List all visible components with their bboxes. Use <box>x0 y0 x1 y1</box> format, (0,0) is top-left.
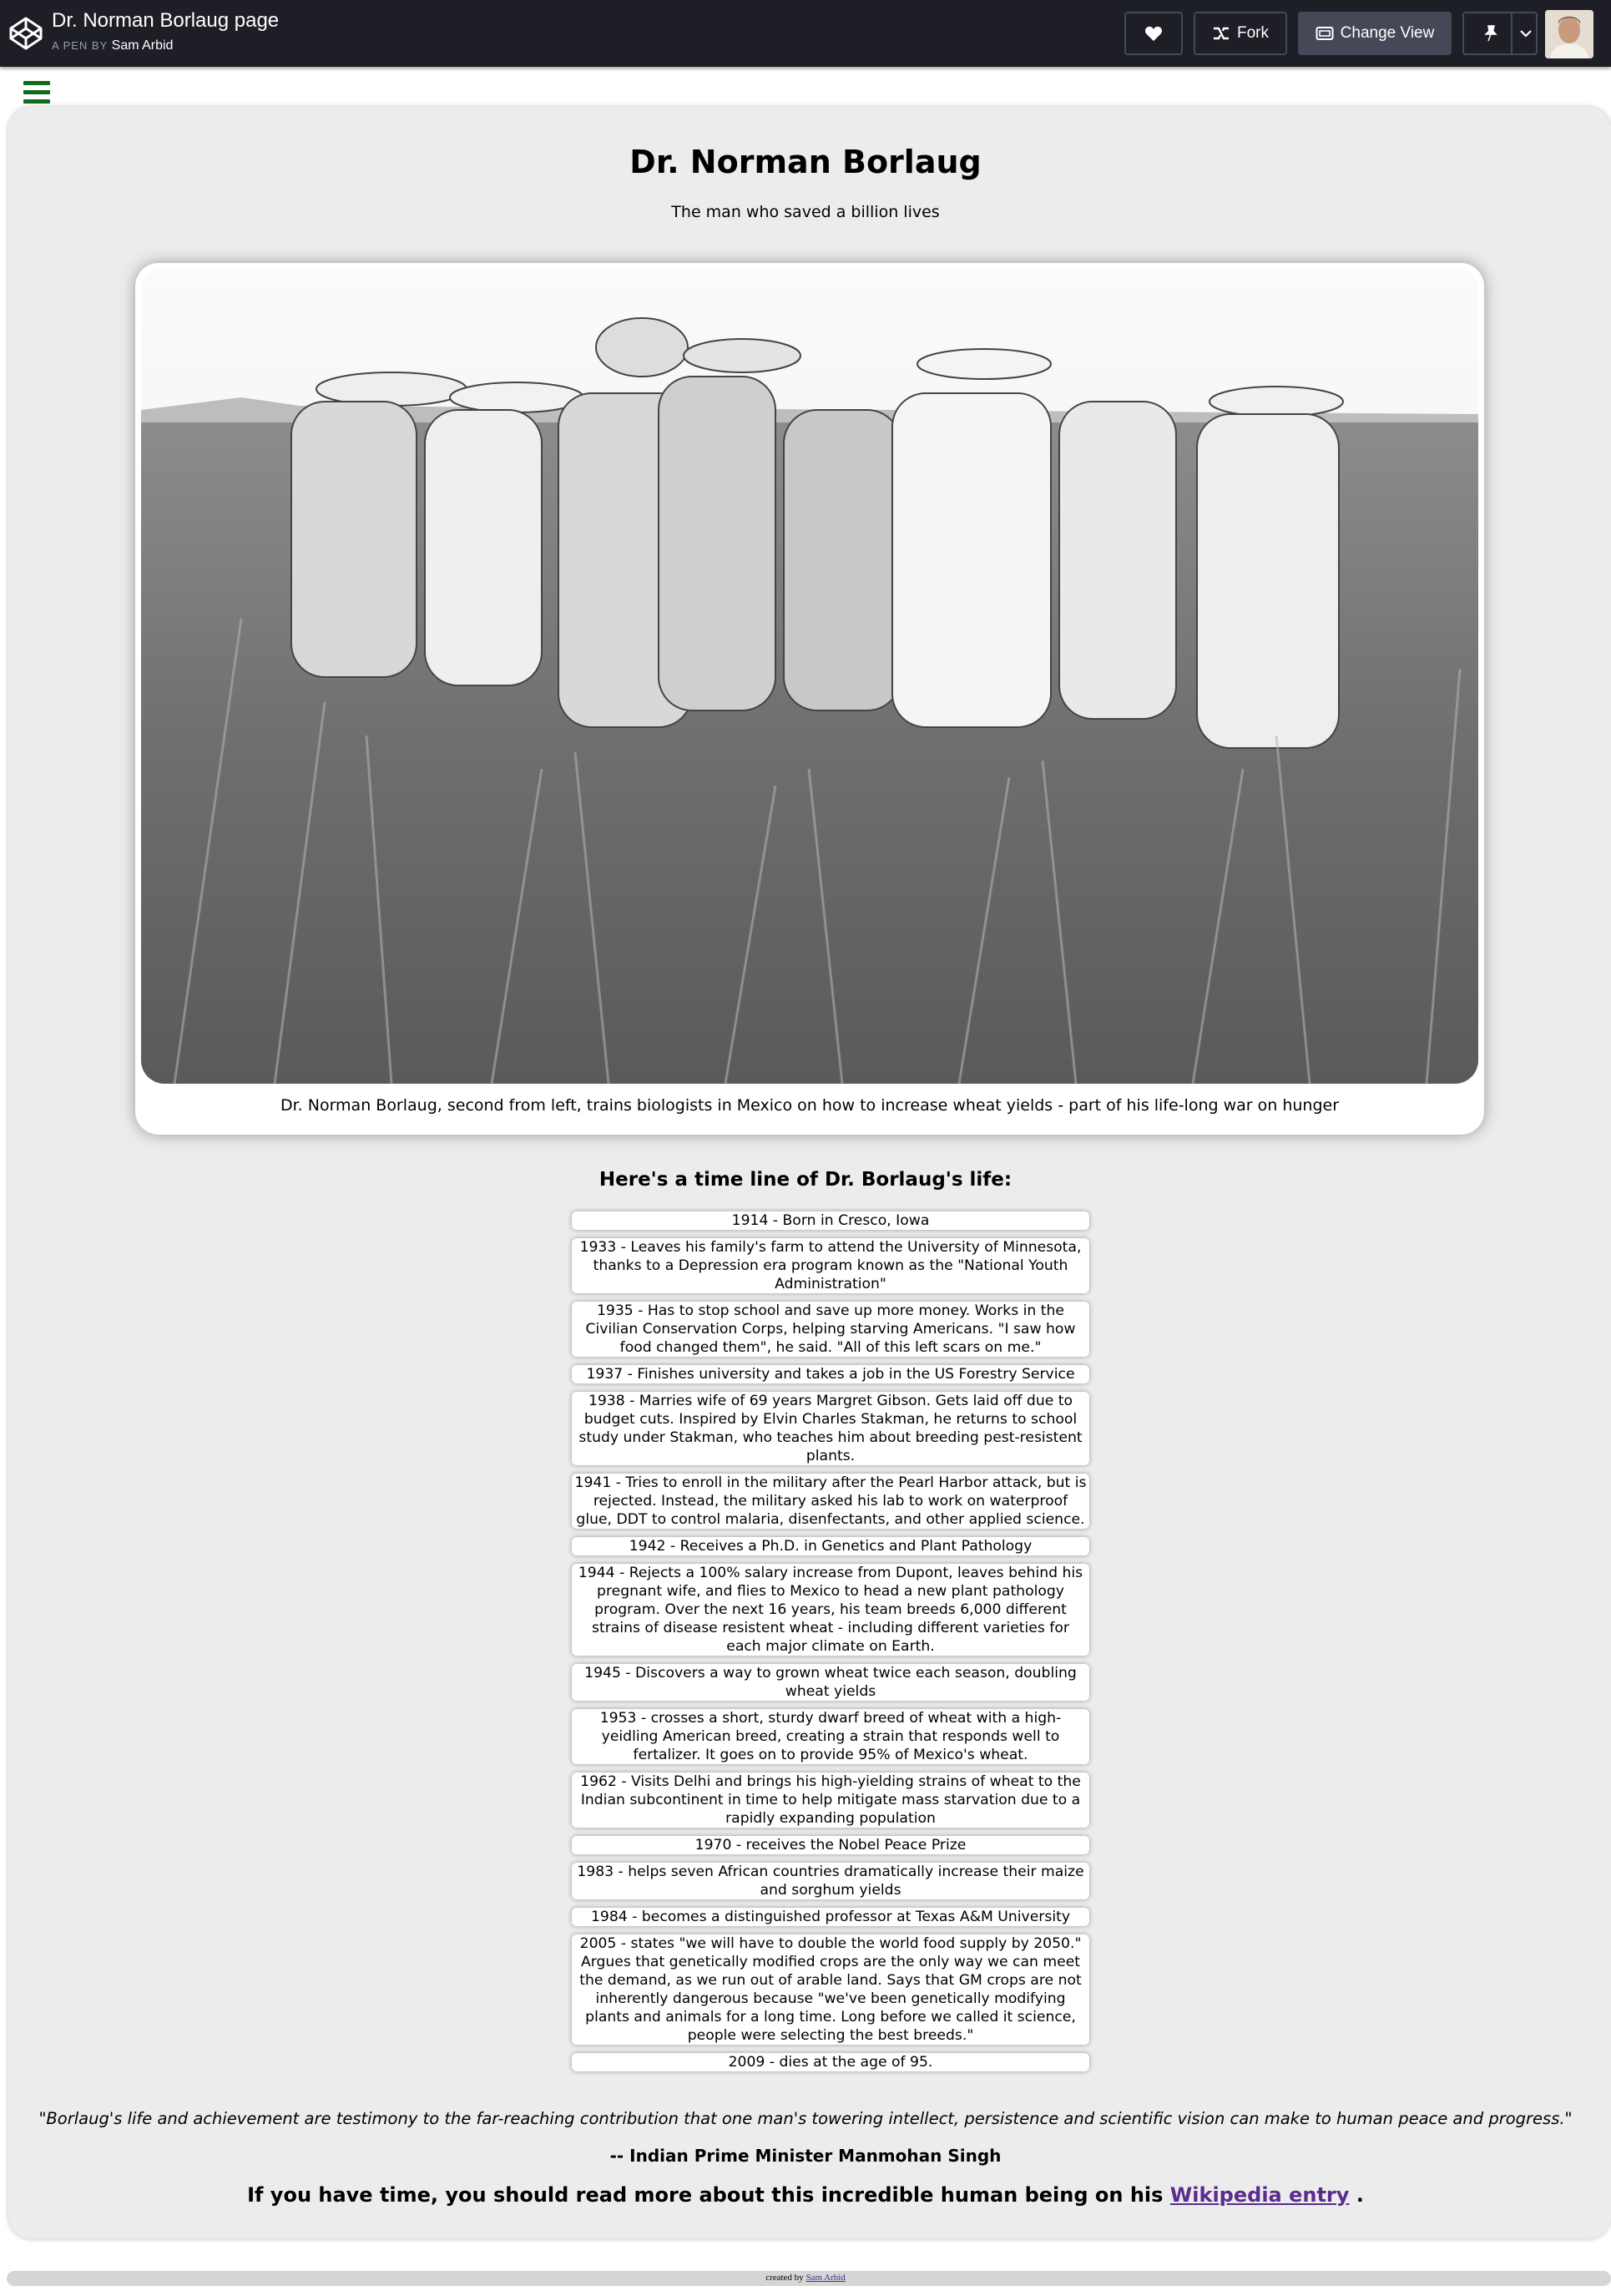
timeline-item: 1970 - receives the Nobel Peace Prize <box>572 1836 1089 1854</box>
timeline-item: 1953 - crosses a short, sturdy dwarf bre… <box>572 1709 1089 1764</box>
avatar-portrait-icon <box>1545 10 1593 58</box>
pen-byline: A PEN BY Sam Arbid <box>52 38 173 53</box>
timeline-item: 1941 - Tries to enroll in the military a… <box>572 1474 1089 1529</box>
codepen-top-bar: Dr. Norman Borlaug page A PEN BY Sam Arb… <box>0 0 1611 67</box>
fork-label: Fork <box>1237 24 1269 42</box>
timeline-item: 1983 - helps seven African countries dra… <box>572 1863 1089 1899</box>
timeline-item: 1962 - Visits Delhi and brings his high-… <box>572 1773 1089 1828</box>
fork-button[interactable]: Fork <box>1194 12 1287 55</box>
photo-frame: Dr. Norman Borlaug, second from left, tr… <box>135 263 1484 1135</box>
footer-credit: created by Sam Arbid <box>0 2273 1611 2283</box>
hamburger-menu-icon[interactable] <box>23 81 50 104</box>
pen-title[interactable]: Dr. Norman Borlaug page <box>52 9 279 33</box>
read-more-prefix: If you have time, you should read more a… <box>247 2183 1164 2207</box>
timeline-item: 1938 - Marries wife of 69 years Margret … <box>572 1392 1089 1465</box>
credit-prefix: created by <box>765 2273 804 2283</box>
photo-caption: Dr. Norman Borlaug, second from left, tr… <box>280 1096 1340 1115</box>
read-more-line: If you have time, you should read more a… <box>0 2183 1611 2207</box>
codepen-logo-icon[interactable] <box>8 16 43 51</box>
fork-icon <box>1214 27 1229 40</box>
borlaug-photo <box>141 268 1478 1084</box>
change-view-button[interactable]: Change View <box>1298 12 1452 55</box>
hamburger-line <box>23 99 50 104</box>
change-view-label: Change View <box>1340 24 1435 42</box>
timeline-list: 1914 - Born in Cresco, Iowa 1933 - Leave… <box>572 1211 1089 2080</box>
quote-text: "Borlaug's life and achievement are test… <box>38 2109 1573 2128</box>
change-view-icon <box>1316 27 1334 40</box>
heart-icon <box>1144 26 1163 42</box>
wheat-field-photo-illustration <box>141 268 1478 1084</box>
timeline-item: 1933 - Leaves his family's farm to atten… <box>572 1238 1089 1293</box>
timeline-heading: Here's a time line of Dr. Borlaug's life… <box>598 1169 1013 1191</box>
wikipedia-link[interactable]: Wikipedia entry <box>1170 2183 1350 2207</box>
timeline-item: 1937 - Finishes university and takes a j… <box>572 1365 1089 1383</box>
quote-author: -- Indian Prime Minister Manmohan Singh <box>609 2146 1002 2166</box>
timeline-item: 1984 - becomes a distinguished professor… <box>572 1908 1089 1926</box>
pin-divider <box>1511 13 1513 53</box>
credit-author-link[interactable]: Sam Arbid <box>806 2273 845 2283</box>
pin-button[interactable] <box>1462 12 1538 55</box>
timeline-item: 2005 - states "we will have to double th… <box>572 1934 1089 2045</box>
timeline-item: 1935 - Has to stop school and save up mo… <box>572 1302 1089 1357</box>
timeline-item: 1942 - Receives a Ph.D. in Genetics and … <box>572 1537 1089 1555</box>
pin-icon <box>1484 25 1497 42</box>
author-link[interactable]: Sam Arbid <box>112 38 174 53</box>
page-title: Dr. Norman Borlaug <box>629 144 982 180</box>
hamburger-line <box>23 81 50 85</box>
timeline-item: 1945 - Discovers a way to grown wheat tw… <box>572 1664 1089 1701</box>
page-subtitle: The man who saved a billion lives <box>671 203 940 221</box>
like-button[interactable] <box>1124 12 1183 55</box>
chevron-down-icon[interactable] <box>1519 25 1533 42</box>
byline-prefix: A PEN BY <box>52 39 109 52</box>
read-more-suffix: . <box>1356 2183 1364 2207</box>
timeline-item: 1914 - Born in Cresco, Iowa <box>572 1211 1089 1230</box>
timeline-item: 1944 - Rejects a 100% salary increase fr… <box>572 1564 1089 1656</box>
timeline-item: 2009 - dies at the age of 95. <box>572 2053 1089 2071</box>
hamburger-line <box>23 90 50 94</box>
user-avatar[interactable] <box>1545 10 1593 58</box>
